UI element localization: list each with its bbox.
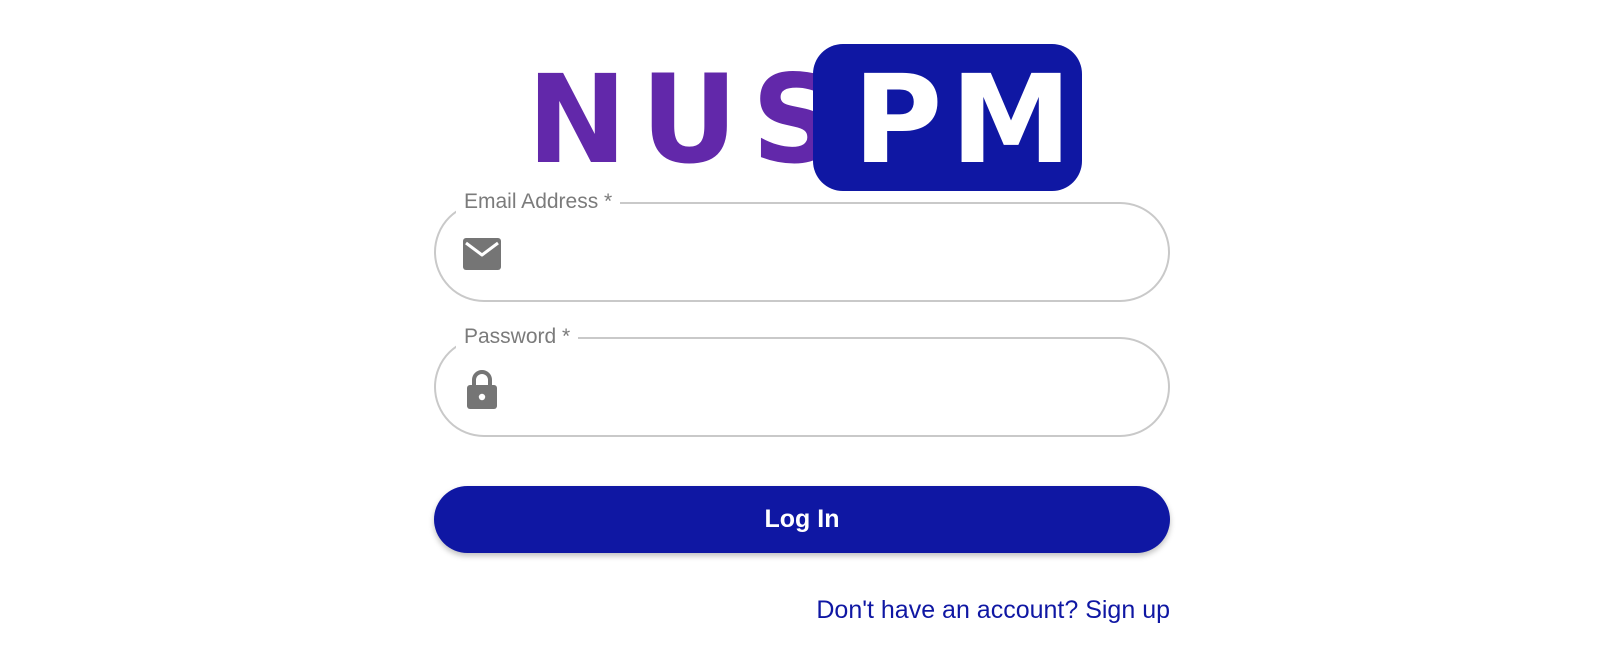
email-input[interactable]: [526, 224, 1128, 282]
login-page: NUS PM Email Address * Password * Log In…: [0, 0, 1600, 670]
email-field[interactable]: Email Address *: [434, 189, 1170, 302]
mail-icon: [462, 236, 502, 272]
email-label: Email Address *: [456, 189, 621, 215]
password-field[interactable]: Password *: [434, 324, 1170, 437]
lock-icon: [462, 370, 502, 409]
password-label: Password *: [456, 324, 579, 350]
signup-link[interactable]: Don't have an account? Sign up: [816, 595, 1170, 625]
app-logo: NUS PM: [527, 44, 1082, 191]
login-button[interactable]: Log In: [434, 486, 1170, 553]
password-input[interactable]: [526, 359, 1128, 417]
logo-badge: PM: [813, 44, 1082, 191]
logo-text-nus: NUS: [527, 49, 852, 191]
logo-text-pm: PM: [853, 49, 1080, 191]
